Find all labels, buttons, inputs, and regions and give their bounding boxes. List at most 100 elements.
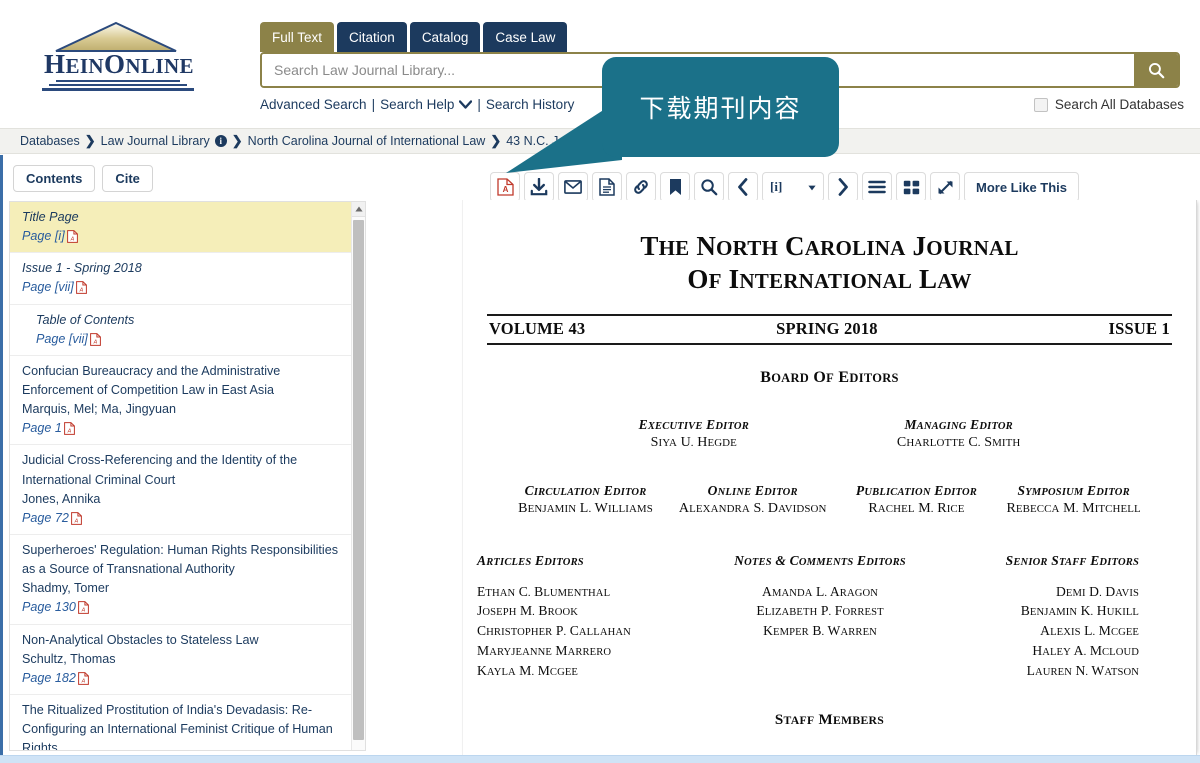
toc-entry-page[interactable]: Page 72 A (22, 509, 82, 528)
email-button[interactable] (558, 172, 588, 202)
editor-managing: MANAGING EDITOR CHARLOTTE C. SMITH (897, 417, 1020, 451)
list-view-button[interactable] (862, 172, 892, 202)
toc-entry-page[interactable]: Page 1 A (22, 419, 75, 438)
search-type-tabs: Full Text Citation Catalog Case Law (260, 22, 567, 52)
caret-down-icon[interactable] (808, 178, 816, 196)
search-all-databases-checkbox[interactable] (1034, 98, 1048, 112)
document-viewer: THE NORTH CAROLINA JOURNAL OF INTERNATIO… (372, 200, 1200, 755)
toc-entry-title: Table of Contents (36, 311, 341, 330)
bookmark-button[interactable] (660, 172, 690, 202)
svg-text:A: A (502, 185, 508, 194)
download-button[interactable] (524, 172, 554, 202)
toc-entry-page[interactable]: Page [i] A (22, 227, 78, 246)
copy-link-button[interactable] (626, 172, 656, 202)
editors-columns: ARTICLES EDITORS ETHAN C. BLUMENTHAL JOS… (463, 553, 1196, 680)
volume-label: VOLUME 43 (489, 319, 585, 339)
sidebar-tab-contents[interactable]: Contents (13, 165, 95, 192)
editor-name: CHRISTOPHER P. CALLAHAN (477, 621, 699, 641)
toc-scrollbar[interactable] (351, 202, 365, 750)
tab-catalog[interactable]: Catalog (410, 22, 481, 52)
toc-entry[interactable]: Confucian Bureaucracy and the Administra… (10, 356, 351, 446)
download-pdf-button[interactable]: A (490, 172, 520, 202)
svg-text:A: A (92, 339, 97, 345)
email-icon (564, 180, 582, 194)
text-document-button[interactable] (592, 172, 622, 202)
column-heading: SENIOR STAFF EDITORS (941, 553, 1139, 570)
link-separator-2: | (477, 97, 481, 112)
svg-text:A: A (81, 608, 86, 614)
search-in-document-button[interactable] (694, 172, 724, 202)
toc-entry[interactable]: Non-Analytical Obstacles to Stateless La… (10, 625, 351, 695)
toc-entry-page[interactable]: Page [vii] A (36, 330, 101, 349)
scroll-up-icon[interactable] (352, 202, 366, 217)
toc-page-label: Page 1 (22, 419, 62, 438)
next-page-button[interactable] (828, 172, 858, 202)
toc-entry-title: Judicial Cross-Referencing and the Ident… (22, 451, 341, 489)
volume-bar: VOLUME 43 SPRING 2018 ISSUE 1 (487, 314, 1172, 345)
editor-role: EXECUTIVE EDITOR (639, 417, 749, 433)
tooltip-text: 下载期刊内容 (639, 89, 801, 125)
editors-row-secondary: CIRCULATION EDITOR BENJAMIN L. WILLIAMS … (463, 483, 1196, 517)
senior-staff-editors-column: SENIOR STAFF EDITORS DEMI D. DAVIS BENJA… (941, 553, 1163, 680)
search-all-databases[interactable]: Search All Databases (1034, 97, 1184, 112)
toc-entry[interactable]: Judicial Cross-Referencing and the Ident… (10, 445, 351, 535)
toc-entry[interactable]: The Ritualized Prostitution of India's D… (10, 695, 351, 750)
tab-citation[interactable]: Citation (337, 22, 407, 52)
advanced-search-link[interactable]: Advanced Search (260, 97, 367, 112)
breadcrumb-item-journal[interactable]: North Carolina Journal of International … (248, 134, 486, 148)
grid-view-icon (903, 180, 920, 195)
editor-name: KAYLA M. MCGEE (477, 661, 699, 681)
toc-entry-page[interactable]: Page [vii] A (22, 278, 87, 297)
info-icon[interactable]: i (215, 135, 227, 147)
fullscreen-button[interactable] (930, 172, 960, 202)
sidebar-tab-cite[interactable]: Cite (102, 165, 153, 192)
editor-name: ELIZABETH P. FORREST (709, 601, 931, 621)
tab-full-text[interactable]: Full Text (260, 22, 334, 52)
tab-case-law[interactable]: Case Law (483, 22, 567, 52)
editor-name: ALEXANDRA S. DAVIDSON (679, 501, 827, 517)
breadcrumb-item-law-journal-library[interactable]: Law Journal Library (101, 134, 210, 148)
previous-page-button[interactable] (728, 172, 758, 202)
search-submit-button[interactable] (1134, 54, 1178, 86)
contents-sidebar: Contents Cite Title Page Page [i] A (0, 155, 372, 755)
page-indicator-dropdown[interactable]: [i] (762, 172, 824, 202)
chevron-down-icon[interactable] (459, 97, 472, 112)
breadcrumb-separator: ❯ (490, 133, 501, 149)
search-help-link[interactable]: Search Help (380, 97, 454, 112)
table-of-contents: Title Page Page [i] A Issue 1 - Spring 2… (9, 201, 366, 751)
bookmark-icon (669, 178, 682, 196)
grid-view-button[interactable] (896, 172, 926, 202)
link-separator-1: | (372, 97, 376, 112)
editor-name: MARYJEANNE MARRERO (477, 641, 699, 661)
editor-executive: EXECUTIVE EDITOR SIYA U. HEGDE (639, 417, 749, 451)
toc-entry[interactable]: Table of Contents Page [vii] A (10, 305, 351, 356)
toc-entry[interactable]: Title Page Page [i] A (10, 202, 351, 253)
logo-wordmark: HEINONLINE (24, 51, 214, 78)
toc-entry[interactable]: Issue 1 - Spring 2018 Page [vii] A (10, 253, 351, 304)
editor-role: CIRCULATION EDITOR (518, 483, 653, 499)
staff-members-heading: STAFF MEMBERS (463, 712, 1196, 729)
editor-name: ALEXIS L. MCGEE (941, 621, 1139, 641)
pdf-icon: A (78, 672, 89, 685)
editors-row-primary: EXECUTIVE EDITOR SIYA U. HEGDE MANAGING … (463, 417, 1196, 451)
horizontal-scrollbar[interactable] (0, 755, 1200, 763)
editor-name: RACHEL M. RICE (852, 501, 980, 517)
logo-steps (42, 80, 194, 93)
issue-label: ISSUE 1 (1109, 319, 1170, 339)
toc-entry-authors: Jones, Annika (22, 490, 341, 509)
journal-title-line1: THE NORTH CAROLINA JOURNAL (463, 230, 1196, 263)
editor-role: MANAGING EDITOR (897, 417, 1020, 433)
editor-name: JOSEPH M. BROOK (477, 601, 699, 621)
link-icon (632, 178, 650, 196)
toc-entry-title: Issue 1 - Spring 2018 (22, 259, 341, 278)
heinonline-logo[interactable]: HEINONLINE (24, 18, 214, 104)
toc-entry-authors: Shadmy, Tomer (22, 579, 341, 598)
toc-entry[interactable]: Superheroes' Regulation: Human Rights Re… (10, 535, 351, 625)
svg-text:A: A (69, 237, 74, 243)
breadcrumb-item-databases[interactable]: Databases (20, 134, 80, 148)
toc-entry-page[interactable]: Page 182 A (22, 669, 89, 688)
toc-entry-authors: Schultz, Thomas (22, 650, 341, 669)
toc-scrollbar-thumb[interactable] (353, 220, 364, 740)
toc-entry-page[interactable]: Page 130 A (22, 598, 89, 617)
more-like-this-button[interactable]: More Like This (964, 172, 1079, 202)
